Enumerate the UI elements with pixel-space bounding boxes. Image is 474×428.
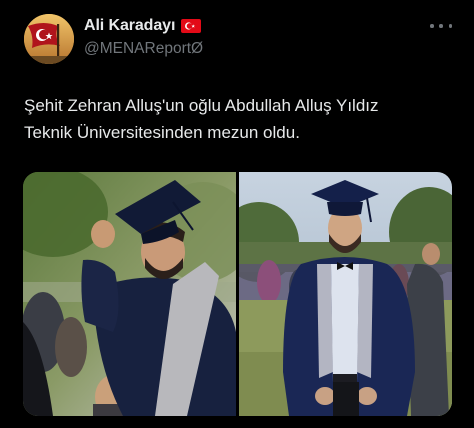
dot xyxy=(430,24,434,28)
graduate-posing-photo[interactable] xyxy=(239,172,452,416)
tweet-text-line-2: Teknik Üniversitesinden mezun oldu. xyxy=(24,123,300,142)
dot xyxy=(448,24,452,28)
dot xyxy=(439,24,443,28)
tweet-text-line-1: Şehit Zehran Alluş'un oğlu Abdullah Allu… xyxy=(24,96,379,115)
graduate-tipping-cap-photo[interactable] xyxy=(23,172,236,416)
tweet-text: Şehit Zehran Alluş'un oğlu Abdullah Allu… xyxy=(24,92,460,146)
author-name-row[interactable]: Ali Karadayı xyxy=(84,17,202,35)
turkish-flag-avatar-icon xyxy=(24,14,74,64)
author-handle[interactable]: @MENAReportØ xyxy=(84,40,203,58)
tweet-card: Ali Karadayı @MENAReportØ Şehit Zehran A… xyxy=(0,0,474,428)
media-grid xyxy=(23,172,452,416)
author-display-name[interactable]: Ali Karadayı xyxy=(84,17,175,35)
photo-2-image xyxy=(239,172,452,416)
turkey-flag-icon xyxy=(181,19,202,33)
more-dots-icon[interactable] xyxy=(430,18,452,34)
photo-1-image xyxy=(23,172,236,416)
avatar[interactable] xyxy=(24,14,74,64)
